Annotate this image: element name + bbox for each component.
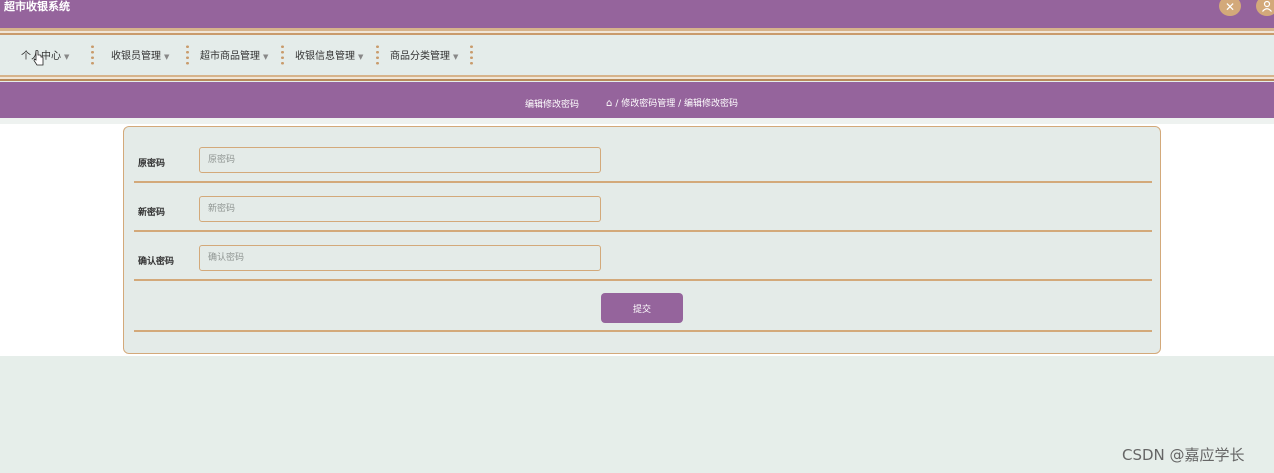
old-password-input[interactable]: [199, 147, 601, 173]
chevron-down-icon: ▼: [263, 53, 269, 61]
chevron-down-icon: ▼: [164, 53, 170, 61]
row-divider: [134, 181, 1152, 183]
nav-item-category-management[interactable]: 商品分类管理 ▼: [390, 47, 458, 62]
row-divider: [134, 279, 1152, 281]
row-divider: [134, 230, 1152, 232]
chevron-down-icon: ▼: [358, 53, 364, 61]
nav-item-cashier-management[interactable]: 收银员管理 ▼: [111, 47, 169, 62]
nav-item-label: 收银信息管理: [295, 51, 355, 62]
mouse-cursor-icon: [33, 50, 44, 66]
nav-item-personal-center[interactable]: 个人中心▼: [21, 47, 69, 62]
home-icon[interactable]: ⌂: [606, 98, 612, 109]
row-divider: [134, 330, 1152, 332]
nav-item-product-management[interactable]: 超市商品管理 ▼: [200, 47, 268, 62]
nav-divider: [470, 44, 473, 66]
nav-item-cashier-info-management[interactable]: 收银信息管理 ▼: [295, 47, 363, 62]
nav-divider: [376, 44, 379, 66]
top-bar: 超市收银系统 ✕: [0, 0, 1274, 28]
submit-button[interactable]: 提交: [601, 293, 683, 323]
new-password-input[interactable]: [199, 196, 601, 222]
nav-divider: [91, 44, 94, 66]
new-password-label: 新密码: [138, 208, 166, 218]
confirm-password-input[interactable]: [199, 245, 601, 271]
main-nav: 个人中心▼ 收银员管理▼ 超市商品管理▼ 收银信息管理▼ 商品分类管理▼: [0, 35, 1274, 75]
breadcrumb-path: / 修改密码管理 / 编辑修改密码: [615, 99, 739, 109]
nav-item-label: 商品分类管理: [390, 51, 450, 62]
app-title: 超市收银系统: [4, 0, 70, 13]
page-header-band: 编辑修改密码 ⌂ / 修改密码管理 / 编辑修改密码: [0, 82, 1274, 118]
chevron-down-icon: ▼: [64, 53, 70, 61]
nav-item-label: 收银员管理: [111, 51, 161, 62]
nav-divider: [281, 44, 284, 66]
page-title: 编辑修改密码: [525, 100, 580, 110]
nav-item-label: 超市商品管理: [200, 51, 260, 62]
nav-divider: [186, 44, 189, 66]
expand-icon[interactable]: ✕: [1219, 0, 1241, 16]
change-password-form: 原密码 新密码 确认密码 提交: [123, 126, 1161, 354]
watermark: CSDN @嘉应学长: [1122, 446, 1245, 464]
chevron-down-icon: ▼: [453, 53, 459, 61]
old-password-label: 原密码: [138, 159, 166, 169]
confirm-password-label: 确认密码: [138, 257, 175, 267]
user-icon[interactable]: [1256, 0, 1274, 16]
breadcrumb: ⌂ / 修改密码管理 / 编辑修改密码: [606, 96, 738, 109]
